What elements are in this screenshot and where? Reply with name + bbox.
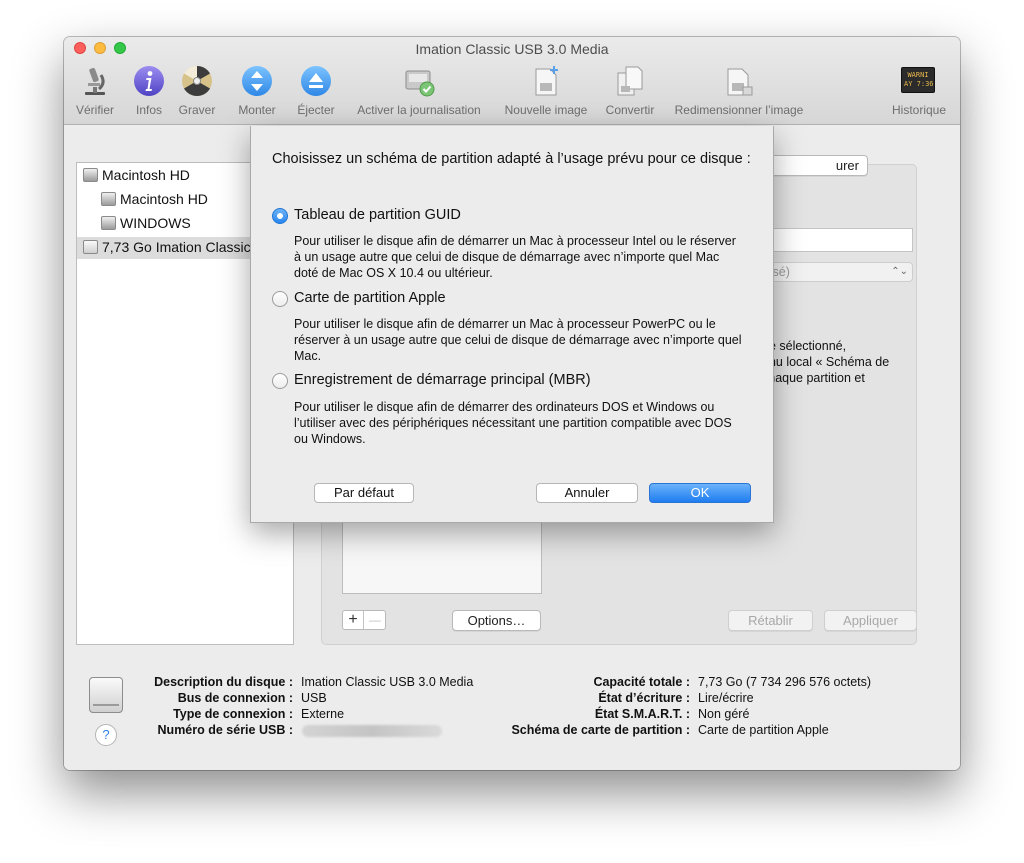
partition-name-field[interactable] — [762, 228, 913, 252]
toolbar-verify-button[interactable]: Vérifier — [70, 65, 120, 121]
option-mbr[interactable]: Enregistrement de démarrage principal (M… — [272, 372, 752, 390]
info-key: Capacité totale : — [593, 675, 690, 689]
toolbar-label: Historique — [891, 103, 947, 117]
info-value: Imation Classic USB 3.0 Media — [301, 675, 474, 689]
burn-icon — [182, 66, 212, 97]
option-label: Carte de partition Apple — [294, 290, 446, 306]
apply-button[interactable]: Appliquer — [824, 610, 917, 631]
info-key: Numéro de série USB : — [157, 723, 293, 737]
disk-slot — [93, 704, 119, 706]
partition-layout-map[interactable] — [342, 521, 542, 594]
dialog-prompt: Choisissez un schéma de partition adapté… — [272, 151, 751, 167]
toolbar-new-image-button[interactable]: Nouvelle image — [498, 65, 594, 121]
new-image-icon — [535, 66, 558, 96]
mount-icon — [242, 66, 272, 96]
options-button[interactable]: Options… — [452, 610, 541, 631]
option-apple-partition-map[interactable]: Carte de partition Apple — [272, 290, 752, 308]
info-value: Carte de partition Apple — [698, 723, 829, 737]
toolbar-label: Infos — [135, 103, 162, 117]
info-value: USB — [301, 691, 327, 705]
convert-icon — [617, 66, 643, 96]
volume-icon — [101, 192, 116, 206]
toolbar-label: Redimensionner l’image — [674, 103, 804, 117]
info-value: Non géré — [698, 707, 750, 721]
resize-image-icon — [727, 68, 753, 96]
microscope-icon — [85, 67, 105, 95]
info-key: État S.M.A.R.T. : — [594, 707, 690, 721]
remove-partition-button[interactable]: — — [365, 611, 385, 629]
disk-info-bar: ? Description du disque : Imation Classi… — [64, 667, 960, 767]
cancel-button[interactable]: Annuler — [536, 483, 638, 503]
toolbar-info-button[interactable]: Infos — [130, 65, 168, 121]
external-disk-icon — [83, 240, 98, 254]
window-title: Imation Classic USB 3.0 Media — [415, 41, 609, 57]
external-disk-icon — [89, 677, 123, 713]
volume-icon — [101, 216, 116, 230]
radio-button[interactable] — [272, 373, 288, 389]
toolbar-resize-image-button[interactable]: Redimensionner l’image — [666, 65, 812, 121]
sidebar-item-label: WINDOWS — [120, 215, 191, 231]
info-value: Lire/écrire — [698, 691, 754, 705]
toolbar-label: Graver — [178, 103, 216, 117]
info-value: 7,73 Go (7 734 296 576 octets) — [698, 675, 872, 689]
journaling-icon — [405, 70, 435, 97]
log-icon: WARNI AY 7:36 — [901, 67, 935, 93]
toolbar-burn-button[interactable]: Graver — [174, 65, 220, 121]
default-button[interactable]: Par défaut — [314, 483, 414, 503]
add-partition-button[interactable]: + — [343, 611, 364, 629]
partial-tab-button[interactable]: urer — [762, 155, 868, 176]
option-label: Enregistrement de démarrage principal (M… — [294, 372, 591, 388]
option-description: Pour utiliser le disque afin de démarrer… — [294, 234, 736, 280]
restore-button[interactable]: Rétablir — [728, 610, 813, 631]
title-bar: Imation Classic USB 3.0 Media Vérifier I… — [64, 37, 960, 125]
toolbar-label: Activer la journalisation — [357, 103, 481, 117]
hard-disk-icon — [83, 168, 98, 182]
info-icon — [134, 66, 164, 96]
help-line: ue sélectionné, — [762, 339, 847, 353]
option-description: Pour utiliser le disque afin de démarrer… — [294, 317, 742, 363]
info-value: Externe — [301, 707, 345, 721]
toolbar-label: Monter — [238, 103, 276, 117]
toolbar-log-button[interactable]: WARNI AY 7:36 Historique — [886, 65, 952, 121]
help-line: enu local « Schéma de — [762, 355, 890, 369]
option-guid[interactable]: Tableau de partition GUID — [272, 207, 752, 225]
partition-help-text: ue sélectionné, enu local « Schéma de ch… — [762, 338, 914, 386]
toolbar-label: Vérifier — [75, 103, 114, 117]
toolbar-label: Convertir — [605, 103, 655, 117]
toolbar-label: Éjecter — [297, 103, 335, 117]
info-key: Type de connexion : — [173, 707, 293, 721]
option-label: Tableau de partition GUID — [294, 207, 461, 223]
format-select[interactable]: lisé) ⌃⌄ — [762, 262, 913, 282]
info-key: Schéma de carte de partition : — [511, 723, 690, 737]
radio-button[interactable] — [272, 291, 288, 307]
stepper-chevron-icon: ⌃⌄ — [891, 266, 908, 277]
help-button[interactable]: ? — [95, 724, 117, 746]
toolbar-eject-button[interactable]: Éjecter — [291, 65, 341, 121]
toolbar-label: Nouvelle image — [504, 103, 588, 117]
ok-button[interactable]: OK — [649, 483, 751, 503]
sidebar-item-label: Macintosh HD — [102, 167, 190, 183]
redacted-serial — [302, 725, 442, 737]
toolbar-convert-button[interactable]: Convertir — [600, 65, 660, 121]
option-description: Pour utiliser le disque afin de démarrer… — [294, 400, 732, 446]
radio-button-selected[interactable] — [272, 208, 288, 224]
info-key: État d’écriture : — [598, 691, 690, 705]
sidebar-item-label: Macintosh HD — [120, 191, 208, 207]
add-remove-control: + — — [342, 610, 386, 630]
partition-scheme-dialog: Choisissez un schéma de partition adapté… — [250, 126, 774, 523]
toolbar-mount-button[interactable]: Monter — [232, 65, 282, 121]
eject-icon — [301, 66, 331, 96]
info-key: Bus de connexion : — [177, 691, 293, 705]
info-key: Description du disque : — [154, 675, 293, 689]
toolbar-journaling-button[interactable]: Activer la journalisation — [347, 65, 491, 121]
help-line: chaque partition et — [762, 371, 865, 385]
